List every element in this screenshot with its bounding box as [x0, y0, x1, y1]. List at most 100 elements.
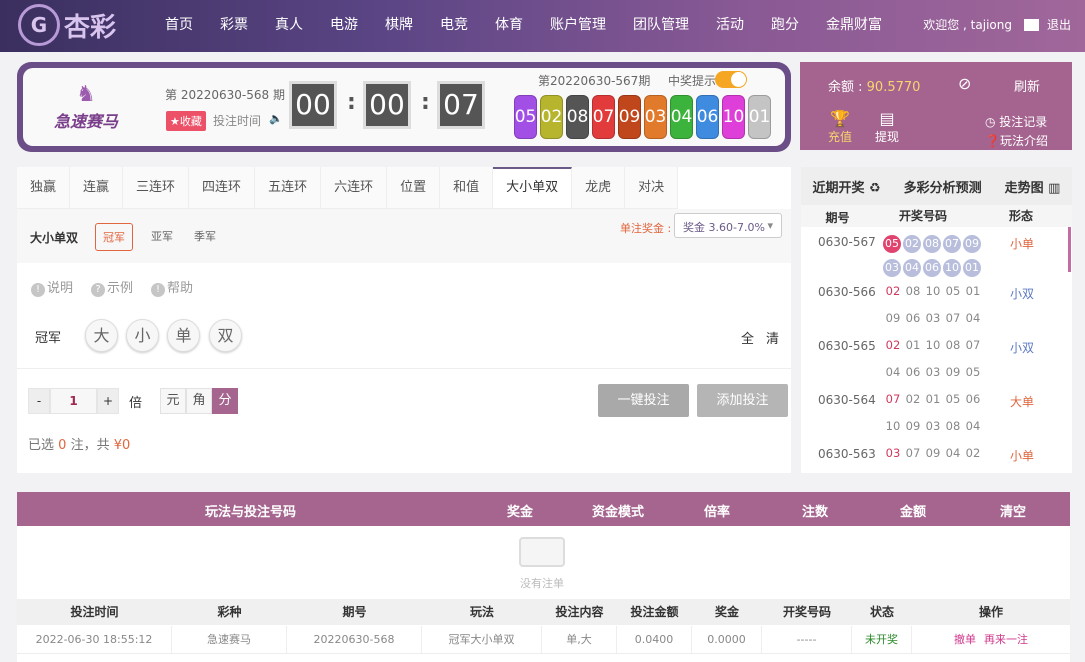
cart-col-header[interactable]: 清空	[1000, 501, 1026, 520]
bet-again-link[interactable]: 再来一注	[984, 633, 1028, 646]
select-all-button[interactable]: 全	[741, 328, 754, 347]
tab-analysis[interactable]: 多彩分析预测	[904, 177, 982, 196]
result-ball: 02	[540, 95, 563, 139]
tab-play[interactable]: 和值	[440, 167, 494, 208]
tab-play[interactable]: 龙虎	[572, 167, 626, 208]
unit-jiao[interactable]: 角	[186, 388, 212, 414]
help-help[interactable]: ! 帮助	[151, 277, 193, 297]
win-remind-toggle[interactable]	[715, 71, 747, 88]
draw-number: 06	[923, 259, 941, 277]
user-area: 欢迎您 , tajiong 退出	[923, 16, 1071, 33]
logo-mark: G	[18, 4, 60, 46]
cancel-bet-link[interactable]: 撤单	[954, 633, 976, 646]
withdraw-icon: ▤	[879, 109, 895, 128]
nav-item[interactable]: 电竞	[440, 14, 468, 34]
nav-item[interactable]: 账户管理	[550, 14, 606, 34]
draw-number: 08	[945, 419, 961, 433]
draw-number: 01	[963, 259, 981, 277]
logo-text: 杏彩	[64, 12, 117, 43]
tab-play[interactable]: 对决	[625, 167, 679, 208]
one-click-bet-button[interactable]: 一键投注	[598, 384, 689, 417]
unit-yuan[interactable]: 元	[160, 388, 186, 414]
logo[interactable]: G 杏彩	[18, 4, 116, 46]
result-ball: 03	[644, 95, 667, 139]
logout-link[interactable]: 退出	[1047, 16, 1071, 33]
prize-select[interactable]: 奖金 3.60-7.0% ▾	[674, 213, 782, 238]
recent-draws-panel: 近期开奖 ♻ 多彩分析预测 走势图 ▥ 期号 开奖号码 形态 0630-567 05 02 0…	[801, 167, 1072, 473]
draw-number: 04	[965, 419, 981, 433]
draw-number: 03	[883, 259, 901, 277]
choice-small[interactable]: 小	[126, 319, 159, 352]
tab-play[interactable]: 独赢	[17, 167, 71, 208]
speaker-icon[interactable]: 🔈	[269, 112, 283, 125]
multiplier-minus[interactable]: -	[28, 388, 50, 414]
main-nav: 首页 彩票 真人 电游 棋牌 电竞 体育 账户管理 团队管理 活动 跑分 金鼎财富	[165, 0, 909, 48]
scrollbar[interactable]	[1068, 227, 1071, 272]
multiplier-plus[interactable]: +	[97, 388, 119, 414]
records-header: 投注时间 彩种 期号 玩法 投注内容 投注金额 奖金 开奖号码 状态 操作	[17, 599, 1070, 625]
tab-play[interactable]: 连赢	[70, 167, 124, 208]
choice-odd[interactable]: 单	[167, 319, 200, 352]
nav-item[interactable]: 首页	[165, 14, 193, 34]
timer-minutes: 00	[363, 81, 411, 129]
bet-record-link[interactable]: ◷ 投注记录	[985, 113, 1047, 130]
cart-header: 玩法与投注号码 奖金 资金模式 倍率 注数 金额 清空	[17, 492, 1070, 526]
nav-item[interactable]: 团队管理	[633, 14, 689, 34]
draw-number: 05	[945, 284, 961, 298]
nav-item[interactable]: 跑分	[771, 14, 799, 34]
draw-form: 小单	[1010, 237, 1035, 251]
draw-number: 08	[945, 338, 961, 352]
draw-issue: 0630-567	[818, 235, 876, 249]
draw-numbers: 05 02 08 07 09 03 04 06 10 01	[883, 235, 983, 283]
position-third[interactable]: 季军	[187, 223, 223, 249]
record-col-header: 奖金	[714, 605, 739, 619]
draw-number: 03	[925, 365, 941, 379]
timer-colon: :	[421, 90, 430, 115]
tab-play[interactable]: 大小单双	[493, 167, 573, 208]
tab-play[interactable]: 六连环	[321, 167, 388, 208]
tab-trend-chart[interactable]: 走势图 ▥	[1005, 177, 1061, 196]
record-col-header: 开奖号码	[782, 605, 831, 619]
lottery-name: 急速赛马	[53, 112, 118, 131]
draw-form: 小双	[1010, 341, 1035, 355]
position-second[interactable]: 亚军	[144, 223, 180, 249]
nav-item[interactable]: 彩票	[220, 14, 248, 34]
multiplier-input[interactable]: 1	[50, 388, 97, 414]
nav-item[interactable]: 电游	[330, 14, 358, 34]
draw-number: 02	[903, 235, 921, 253]
cart-col-header: 金额	[900, 505, 927, 520]
result-ball: 06	[696, 95, 719, 139]
withdraw-button[interactable]: ▤ 提现	[875, 110, 899, 145]
cart-col-header: 注数	[802, 505, 829, 520]
choice-even[interactable]: 双	[209, 319, 242, 352]
draw-numbers: 07 02 01 05 06 10 09 03 08 04	[883, 386, 983, 440]
nav-item[interactable]: 金鼎财富	[826, 14, 882, 34]
record-actions: 撤单 再来一注	[912, 626, 1070, 654]
mail-icon[interactable]	[1023, 18, 1039, 31]
clear-button[interactable]: 清	[766, 328, 779, 347]
nav-item[interactable]: 体育	[495, 14, 523, 34]
help-example[interactable]: ? 示例	[91, 277, 133, 297]
favorite-button[interactable]: ★收藏	[166, 111, 206, 131]
choice-big[interactable]: 大	[85, 319, 118, 352]
draw-number: 02	[965, 446, 981, 460]
tab-play[interactable]: 五连环	[255, 167, 322, 208]
result-ball: 10	[722, 95, 745, 139]
play-intro-link[interactable]: ❓玩法介绍	[985, 132, 1048, 149]
tab-recent-draws[interactable]: 近期开奖 ♻	[812, 177, 880, 196]
unit-fen[interactable]: 分	[212, 388, 238, 414]
refresh-button[interactable]: 刷新	[1014, 76, 1040, 95]
recharge-button[interactable]: 🏆 充值	[828, 110, 852, 145]
nav-item[interactable]: 真人	[275, 14, 303, 34]
position-champion[interactable]: 冠军	[95, 223, 133, 251]
tab-play[interactable]: 三连环	[123, 167, 190, 208]
add-bet-button[interactable]: 添加投注	[697, 384, 788, 417]
help-explain[interactable]: ! 说明	[31, 277, 73, 297]
tab-play[interactable]: 位置	[387, 167, 441, 208]
nav-item[interactable]: 棋牌	[385, 14, 413, 34]
draw-number: 07	[885, 392, 901, 406]
tab-play[interactable]: 四连环	[189, 167, 256, 208]
draw-number: 03	[925, 311, 941, 325]
nav-item[interactable]: 活动	[716, 14, 744, 34]
hide-balance-icon[interactable]: ⊘	[958, 74, 971, 93]
